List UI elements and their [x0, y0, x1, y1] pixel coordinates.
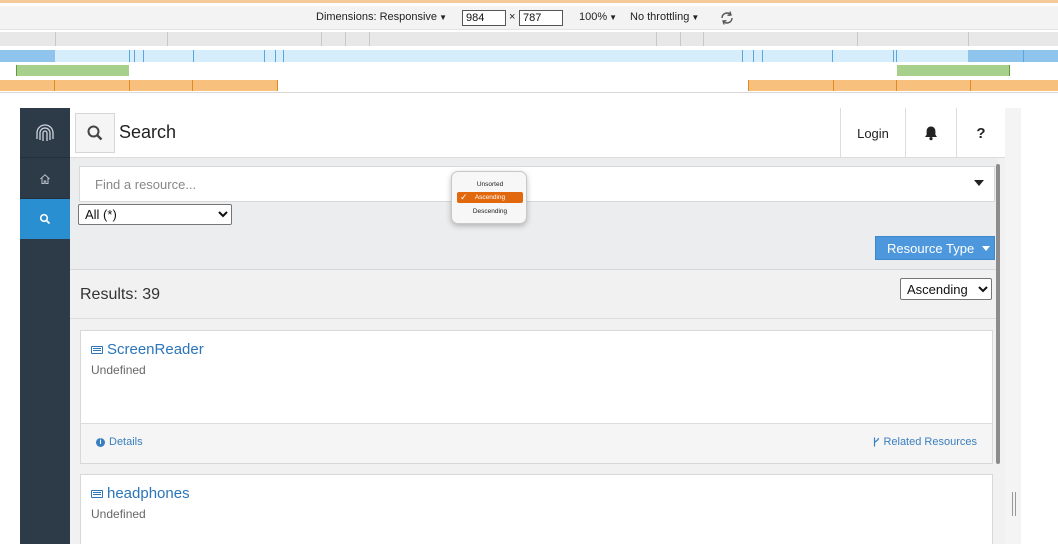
sort-option-descending[interactable]: Descending	[457, 206, 523, 217]
resource-search-field[interactable]	[79, 166, 995, 202]
search-toggle-button[interactable]	[75, 113, 115, 153]
dimension-separator: ×	[509, 11, 516, 23]
details-link[interactable]: i Details	[96, 436, 143, 448]
media-query-row-green[interactable]	[0, 65, 1058, 76]
result-title-link[interactable]: ScreenReader	[91, 341, 204, 358]
home-icon	[40, 173, 50, 184]
search-icon	[39, 213, 51, 225]
caret-down-icon: ▼	[439, 13, 447, 22]
device-height-input[interactable]	[519, 10, 563, 26]
sidebar-item-search[interactable]	[20, 199, 70, 239]
dimensions-dropdown[interactable]: Dimensions: Responsive ▼	[316, 11, 447, 23]
results-count: Results: 39	[80, 286, 161, 303]
viewport-resize-handle[interactable]	[1012, 492, 1016, 516]
media-query-row-blue[interactable]	[0, 50, 1058, 62]
sort-option-ascending[interactable]: ✓ Ascending	[457, 192, 523, 203]
result-type: Undefined	[91, 507, 146, 521]
search-icon	[87, 125, 103, 141]
caret-down-icon: ▼	[609, 13, 618, 22]
caret-down-icon: ▼	[691, 13, 700, 22]
notifications-button[interactable]	[905, 108, 956, 158]
sidebar	[20, 108, 70, 544]
result-title-link[interactable]: headphones	[91, 485, 190, 502]
device-width-input[interactable]	[462, 10, 506, 26]
keyboard-icon	[91, 489, 103, 498]
top-header: Search Login ?	[70, 108, 1005, 158]
help-button[interactable]: ?	[956, 108, 1005, 158]
keyboard-icon	[91, 345, 103, 354]
media-query-row-orange[interactable]	[0, 80, 1058, 91]
viewport-right-gutter	[1005, 108, 1021, 544]
resource-type-dropdown-button[interactable]: Resource Type	[875, 236, 995, 260]
device-toolbar-bar: Dimensions: Responsive▼ × 100%▼ No throt…	[0, 6, 1058, 30]
sort-order-select[interactable]: Ascending	[900, 278, 992, 300]
devtools-device-toolbar: Dimensions: Responsive▼ × 100%▼ No throt…	[0, 0, 1058, 93]
result-type: Undefined	[91, 363, 146, 377]
media-query-row-grey[interactable]	[0, 32, 1058, 46]
login-button[interactable]: Login	[840, 108, 905, 158]
rotate-icon[interactable]	[718, 9, 736, 27]
sort-options-popup: Unsorted ✓ Ascending Descending	[451, 171, 527, 224]
zoom-dropdown[interactable]: 100% ▼	[579, 11, 617, 23]
bell-icon	[925, 126, 937, 141]
checkmark-icon: ✓	[460, 192, 468, 202]
media-query-bars	[0, 30, 1058, 93]
throttling-dropdown[interactable]: No throttling ▼	[630, 11, 699, 23]
info-icon: i	[96, 437, 105, 447]
result-card: headphones Undefined	[80, 474, 993, 544]
sort-option-unsorted[interactable]: Unsorted	[457, 179, 523, 190]
caret-down-icon	[982, 245, 991, 251]
scope-select[interactable]: All (*)	[78, 204, 232, 225]
result-card: ScreenReader Undefined i Details Related…	[80, 330, 993, 464]
sidebar-item-home[interactable]	[20, 159, 70, 199]
scrollbar-thumb[interactable]	[996, 164, 1000, 464]
fingerprint-logo-icon	[36, 123, 54, 141]
chevron-down-icon[interactable]	[974, 180, 984, 186]
related-resources-link[interactable]: Related Resources	[873, 436, 977, 448]
results-header: Results: 39 Ascending	[70, 270, 998, 319]
sidebar-logo[interactable]	[20, 108, 70, 158]
search-filters: All (*) Resource Type	[70, 158, 998, 270]
result-card-footer: i Details Related Resources	[81, 423, 992, 463]
page-title: Search	[119, 122, 177, 142]
branch-icon	[874, 437, 880, 447]
